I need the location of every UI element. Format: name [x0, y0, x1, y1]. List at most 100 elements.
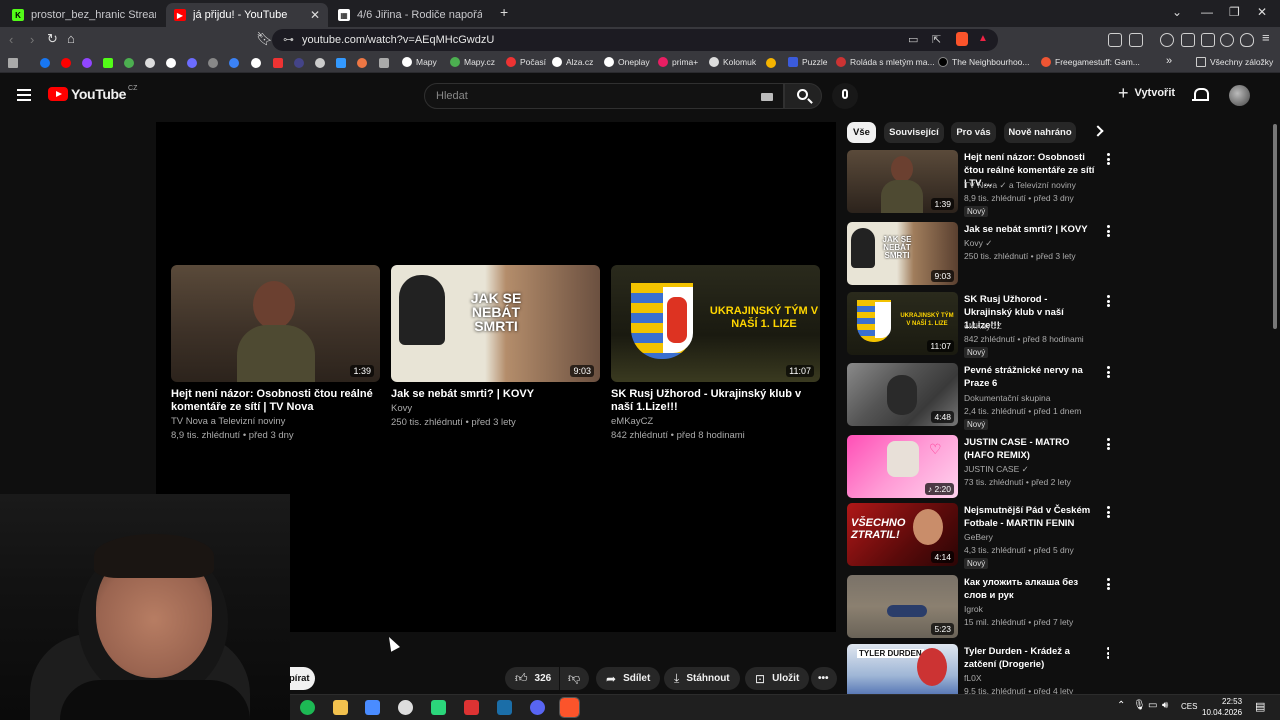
- recommendation-title[interactable]: Jak se nebát smrti? | KOVY: [964, 223, 1098, 236]
- bookmarks-overflow[interactable]: »: [1166, 55, 1172, 67]
- minimize-icon[interactable]: —: [1201, 5, 1213, 19]
- bookmark-icon-red[interactable]: [273, 58, 283, 68]
- avatar[interactable]: [1229, 85, 1250, 106]
- wallet-icon[interactable]: [1201, 33, 1215, 47]
- kick-bookmark-icon[interactable]: [103, 58, 113, 68]
- end-screen-thumbnail[interactable]: 1:39: [171, 265, 380, 382]
- vpn-icon[interactable]: [1240, 33, 1254, 47]
- more-options-icon[interactable]: [1107, 153, 1110, 165]
- bookmark-oneplay[interactable]: Oneplay: [604, 57, 650, 67]
- more-options-icon[interactable]: [1107, 366, 1110, 378]
- home-icon[interactable]: ⌂: [67, 31, 75, 46]
- steam-icon[interactable]: [497, 700, 512, 715]
- apps-grid-icon[interactable]: [8, 58, 18, 68]
- search-input[interactable]: Hledat: [424, 83, 784, 109]
- bookmark-alza[interactable]: Alza.cz: [552, 57, 593, 67]
- bookmark-icon-h[interactable]: [336, 58, 346, 68]
- more-options-icon[interactable]: [1107, 647, 1109, 659]
- recommendation-thumbnail[interactable]: 5:23: [847, 575, 958, 638]
- recommendation-thumbnail[interactable]: 1:39: [847, 150, 958, 213]
- end-screen-thumbnail[interactable]: UKRAJINSKÝ TÝM V NAŠÍ 1. LIZE 11:07: [611, 265, 820, 382]
- address-bar[interactable]: ⊶ youtube.com/watch?v=AEqMHcGwdzU ▭ ⇱ ▲: [272, 29, 998, 51]
- recommendation-channel[interactable]: fL0X: [964, 673, 982, 683]
- keyboard-language[interactable]: CES: [1181, 702, 1197, 711]
- more-options-icon[interactable]: [1107, 506, 1110, 518]
- twitch-icon[interactable]: [82, 58, 92, 68]
- maximize-icon[interactable]: ❐: [1229, 5, 1240, 19]
- sidebar-icon[interactable]: [1181, 33, 1195, 47]
- tray-mic-icon[interactable]: 🎙︎: [1133, 700, 1146, 711]
- end-screen-channel[interactable]: Kovy: [391, 403, 600, 415]
- browser-tab-youtube[interactable]: ▶ já přijdu! - YouTube ✕: [166, 3, 328, 27]
- more-options-icon[interactable]: [1107, 295, 1110, 307]
- recommendation-thumbnail[interactable]: 4:48: [847, 363, 958, 426]
- end-screen-title[interactable]: Jak se nebát smrti? | KOVY: [391, 388, 600, 401]
- recommendation-channel[interactable]: eMKayCZ: [964, 321, 1002, 331]
- stats-icon[interactable]: [124, 58, 134, 68]
- brave-shields-icon[interactable]: [956, 32, 968, 46]
- google-icon[interactable]: [251, 58, 261, 68]
- app-icon-red[interactable]: [464, 700, 479, 715]
- notification-center-icon[interactable]: ▤: [1255, 700, 1265, 713]
- recommendation-item[interactable]: 4:48 Pevné strážnické nervy na Praze 6 D…: [847, 363, 1110, 430]
- screenshot-icon[interactable]: [1129, 33, 1143, 47]
- more-actions-button[interactable]: •••: [811, 667, 837, 690]
- recommendation-title[interactable]: JUSTIN CASE - MATRO (HAFO REMIX): [964, 436, 1098, 462]
- recommendation-title[interactable]: Tyler Durden - Krádež a zatčení (Drogeri…: [964, 645, 1098, 671]
- page-scrollbar[interactable]: [1273, 124, 1277, 329]
- bookmark-mapy-cz[interactable]: Mapy.cz: [450, 57, 495, 67]
- recommendation-thumbnail[interactable]: VŠECHNO ZTRATIL! 4:14: [847, 503, 958, 566]
- discord-icon[interactable]: [530, 700, 545, 715]
- recommendation-item[interactable]: 1:39 Hejt není názor: Osobnosti čtou reá…: [847, 150, 1110, 217]
- bookmark-icon-orange[interactable]: [357, 58, 367, 68]
- recommendation-item[interactable]: ♡ ♪ 2:20 JUSTIN CASE - MATRO (HAFO REMIX…: [847, 435, 1110, 499]
- site-info-icon[interactable]: ⊶: [283, 33, 294, 46]
- keyboard-icon[interactable]: [761, 93, 773, 101]
- share-page-icon[interactable]: ⇱: [932, 33, 941, 46]
- recommendation-item[interactable]: JAK SE NEBÁT SMRTI 9:03 Jak se nebát smr…: [847, 222, 1110, 286]
- github-desktop-icon[interactable]: [398, 700, 413, 715]
- end-screen-channel[interactable]: TV Nova a Televizní noviny: [171, 416, 380, 428]
- brave-rewards-icon[interactable]: ▲: [978, 33, 988, 44]
- forward-icon[interactable]: ›: [30, 32, 34, 47]
- tray-network-icon[interactable]: ▭: [1148, 700, 1157, 711]
- create-button[interactable]: + Vytvořit: [1118, 84, 1175, 102]
- github-icon[interactable]: [166, 58, 176, 68]
- bookmark-icon-blue[interactable]: [229, 58, 239, 68]
- recommendation-thumbnail[interactable]: JAK SE NEBÁT SMRTI 9:03: [847, 222, 958, 285]
- brave-browser-icon[interactable]: [559, 697, 580, 718]
- tray-volume-icon[interactable]: 🔊︎: [1162, 700, 1168, 711]
- bookmark-kolomuk[interactable]: Kolomuk: [709, 57, 756, 67]
- notifications-bell-icon[interactable]: [1192, 87, 1209, 103]
- bookmark-icon[interactable]: 🔖︎: [256, 31, 273, 47]
- spotify-icon[interactable]: [300, 700, 315, 715]
- download-button[interactable]: ⤓ Stáhnout: [664, 667, 740, 690]
- end-screen-thumbnail[interactable]: JAK SE NEBÁT SMRTI 9:03: [391, 265, 600, 382]
- facebook-icon[interactable]: [40, 58, 50, 68]
- bookmark-rolada[interactable]: Roláda s mletým ma...: [836, 57, 935, 67]
- bookmark-mapy[interactable]: Mapy: [402, 57, 437, 67]
- share-button[interactable]: ➦ Sdílet: [596, 667, 661, 690]
- recommendation-item[interactable]: TYLER DURDEN Tyler Durden - Krádež a zat…: [847, 644, 1109, 694]
- reload-icon[interactable]: ↻: [47, 31, 58, 47]
- end-screen-title[interactable]: SK Rusj Užhorod - Ukrajinský klub v naší…: [611, 388, 820, 414]
- chevron-right-icon[interactable]: [1092, 125, 1104, 137]
- bookmark-puzzle[interactable]: Puzzle: [788, 57, 828, 67]
- menu-icon[interactable]: ≡: [1262, 30, 1270, 45]
- bookmark-freegamestuff[interactable]: Freegamestuff: Gam...: [1041, 57, 1140, 67]
- vs-code-icon[interactable]: [365, 700, 380, 715]
- bookmark-prima[interactable]: prima+: [658, 57, 698, 67]
- recommendation-channel[interactable]: TV Nova ✓ a Televizní noviny: [964, 180, 1076, 191]
- recommendation-channel[interactable]: JUSTIN CASE ✓: [964, 464, 1029, 475]
- recommendation-thumbnail[interactable]: TYLER DURDEN: [847, 644, 958, 694]
- end-screen-video[interactable]: UKRAJINSKÝ TÝM V NAŠÍ 1. LIZE 11:07 SK R…: [611, 265, 820, 442]
- like-button[interactable]: 👍︎ 326: [505, 667, 559, 690]
- more-options-icon[interactable]: [1107, 225, 1110, 237]
- chip-all[interactable]: Vše: [847, 122, 876, 143]
- close-window-icon[interactable]: ✕: [1257, 5, 1267, 19]
- recommendation-item[interactable]: 5:23 Как уложить алкаша без слов и рук I…: [847, 575, 1110, 639]
- new-tab-button[interactable]: +: [500, 4, 508, 20]
- browser-tab-ceska-televize[interactable]: ▦ 4/6 Jiřina - Rodiče napořád | Česká te: [330, 3, 490, 27]
- bookmark-neighbourhood[interactable]: The Neighbourhoo...: [938, 57, 1030, 67]
- voice-search-button[interactable]: [832, 83, 858, 109]
